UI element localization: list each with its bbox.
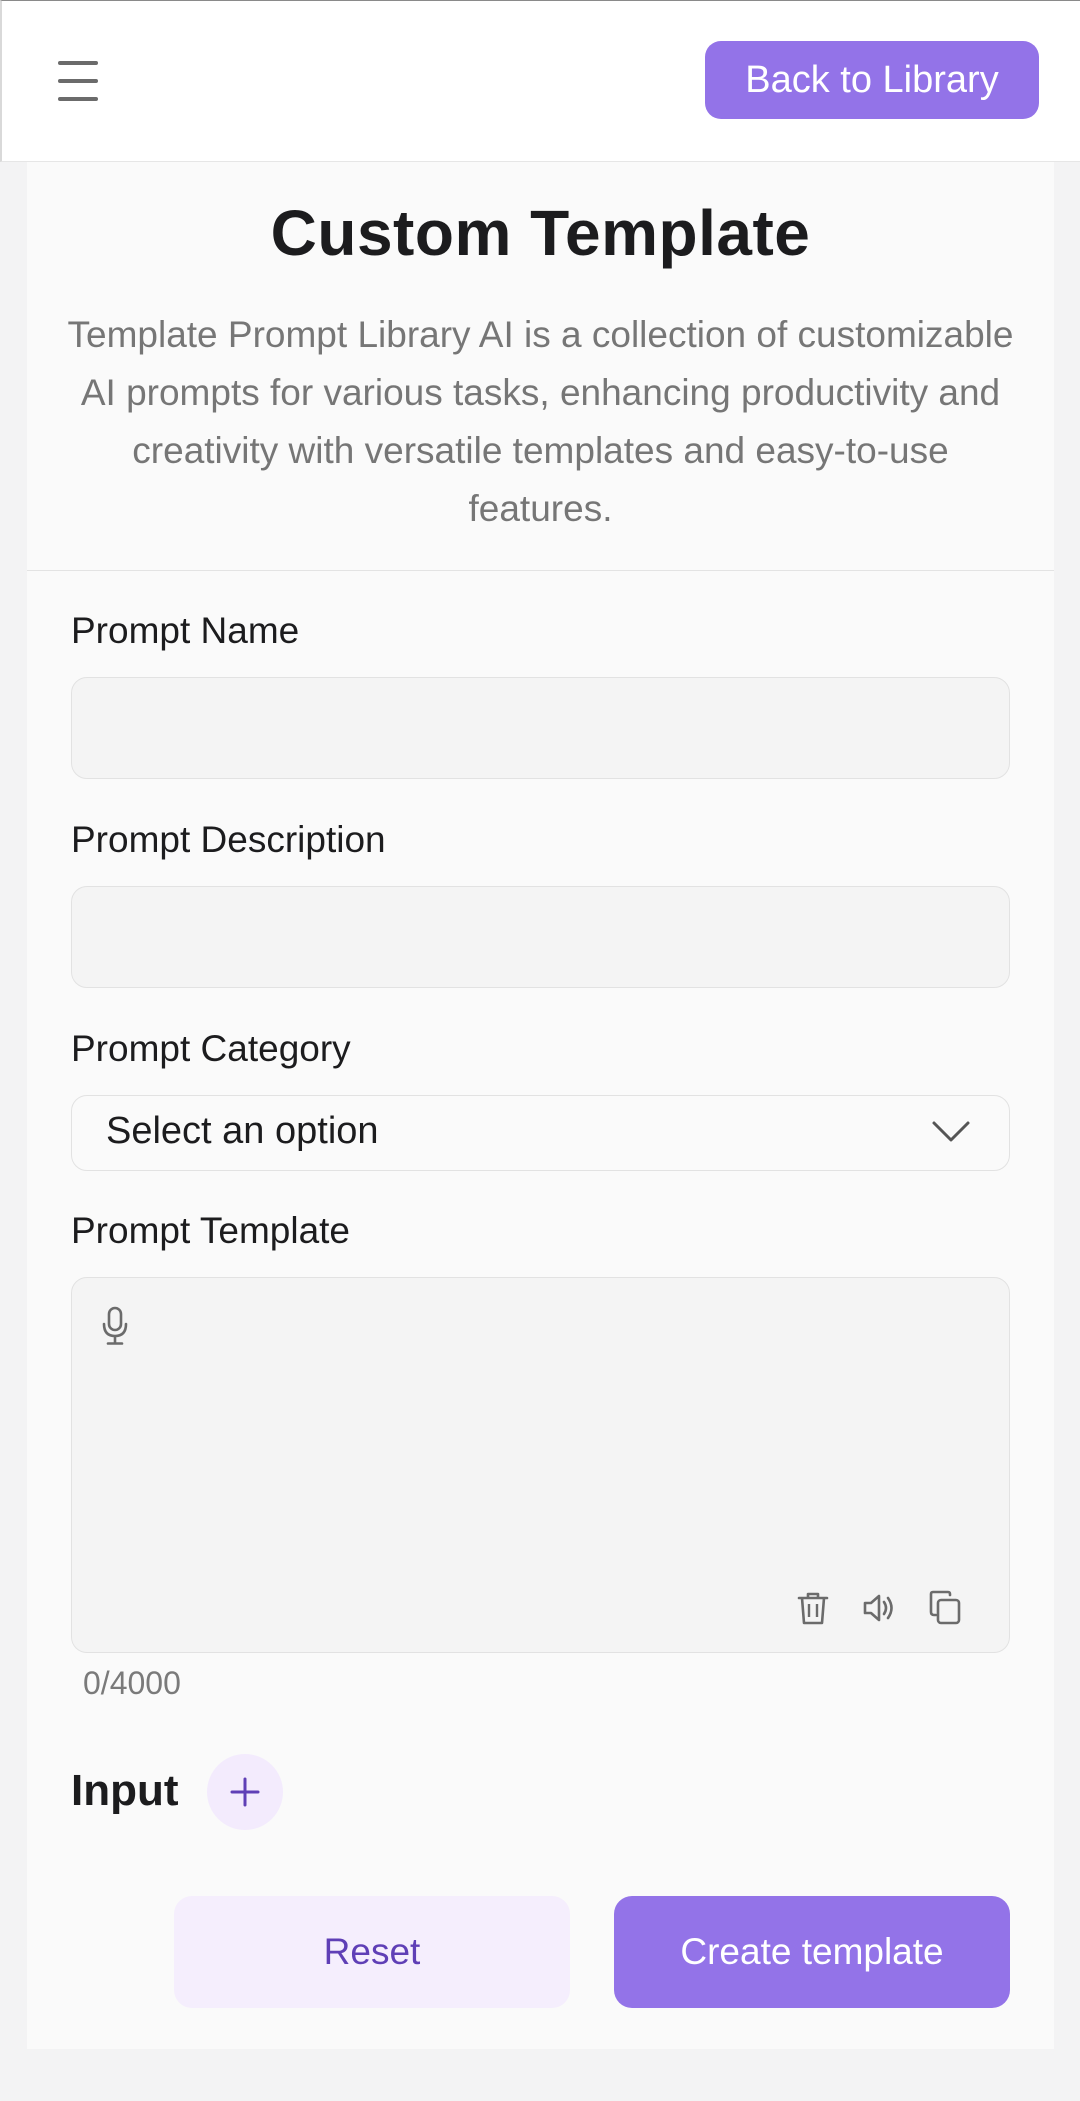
- microphone-icon[interactable]: [100, 1306, 130, 1346]
- menu-line: [58, 97, 98, 101]
- reset-button[interactable]: Reset: [174, 1896, 570, 2008]
- page-description: Template Prompt Library AI is a collecti…: [67, 314, 1014, 529]
- prompt-description-input[interactable]: [71, 886, 1010, 988]
- create-template-button[interactable]: Create template: [614, 1896, 1010, 2008]
- add-input-button[interactable]: [207, 1754, 283, 1830]
- prompt-category-label: Prompt Category: [71, 1028, 351, 1069]
- top-bar: Back to Library: [0, 0, 1080, 162]
- prompt-template-textarea[interactable]: [71, 1277, 1010, 1653]
- menu-line: [58, 79, 98, 83]
- page-title: Custom Template: [270, 197, 811, 269]
- chevron-down-icon: [932, 1121, 970, 1142]
- back-to-library-button[interactable]: Back to Library: [705, 41, 1039, 119]
- speaker-icon[interactable]: [862, 1590, 896, 1626]
- trash-icon[interactable]: [796, 1590, 830, 1626]
- page-header: Custom Template Template Prompt Library …: [27, 162, 1054, 571]
- prompt-name-label: Prompt Name: [71, 610, 300, 651]
- prompt-description-label: Prompt Description: [71, 819, 386, 860]
- hamburger-menu-icon[interactable]: [58, 61, 106, 101]
- prompt-category-select[interactable]: Select an option: [71, 1095, 1010, 1171]
- menu-line: [58, 61, 98, 65]
- input-section-title: Input: [71, 1766, 179, 1815]
- prompt-category-selected: Select an option: [106, 1110, 379, 1152]
- prompt-name-input[interactable]: [71, 677, 1010, 779]
- character-counter: 0/4000: [83, 1665, 181, 1701]
- copy-icon[interactable]: [928, 1590, 962, 1626]
- prompt-template-label: Prompt Template: [71, 1210, 350, 1251]
- template-form-card: Custom Template Template Prompt Library …: [27, 162, 1054, 2049]
- plus-icon: [230, 1777, 260, 1807]
